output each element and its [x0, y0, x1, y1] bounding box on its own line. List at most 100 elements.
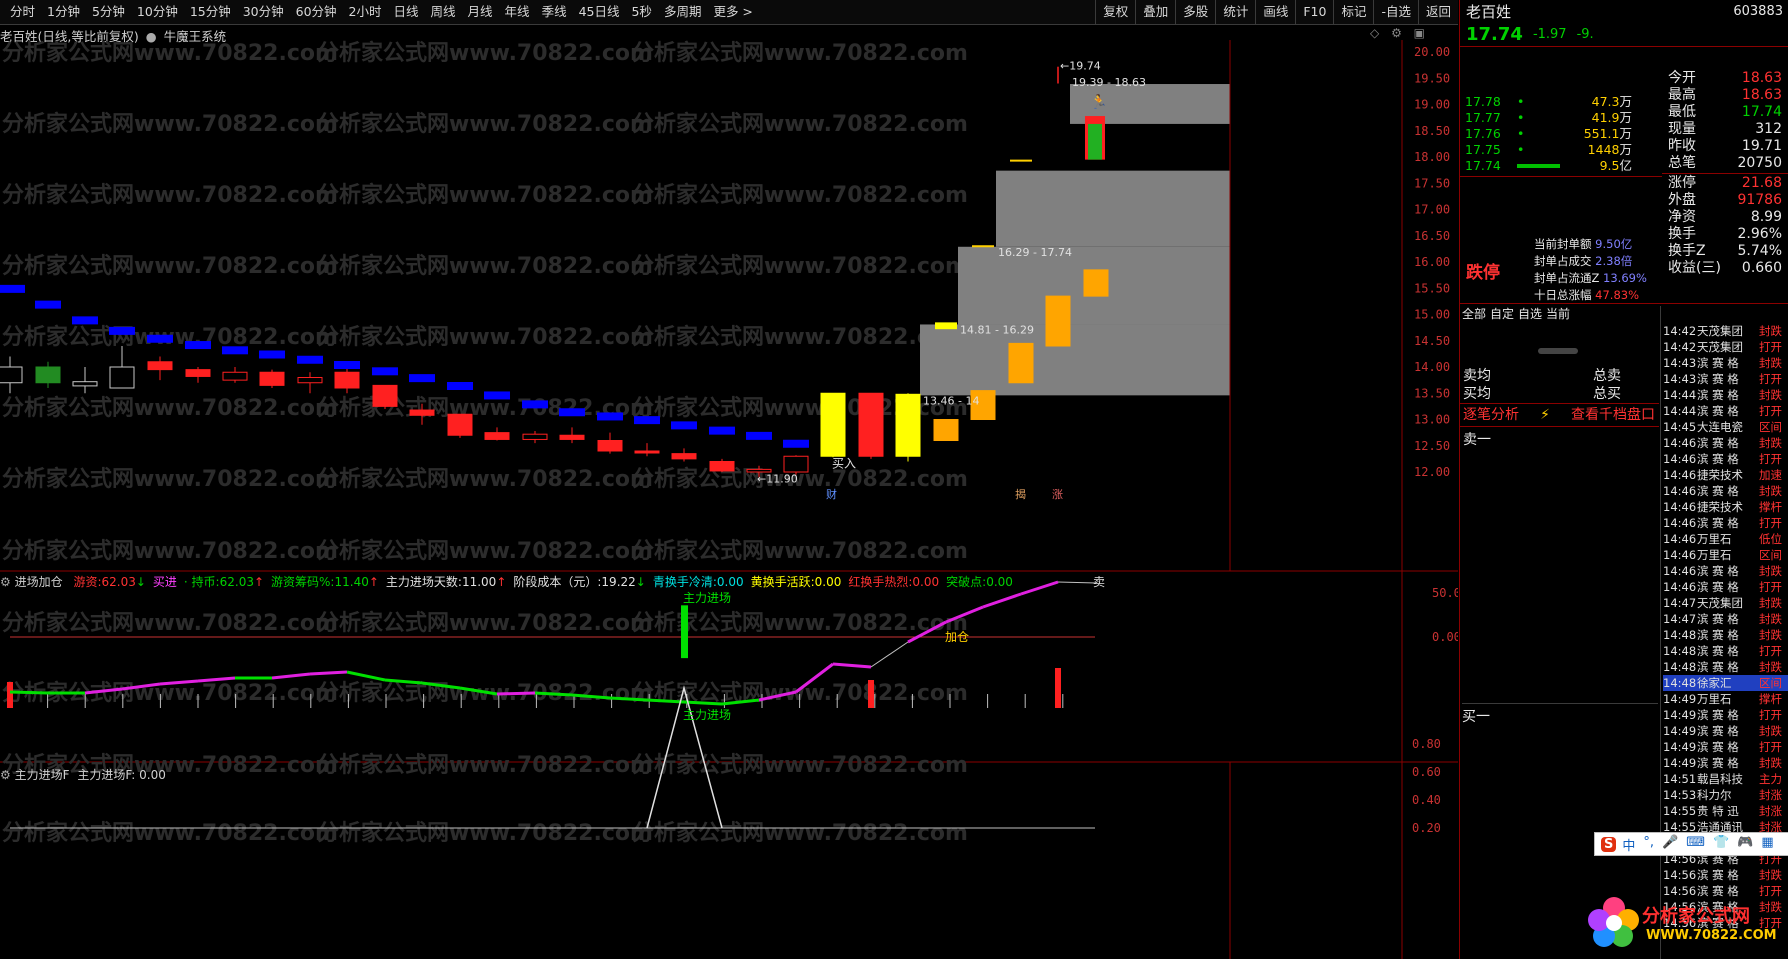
period-tab-7[interactable]: 2小时 [343, 1, 388, 23]
trade-row[interactable]: 14:49 万里石 撑杆 [1663, 691, 1788, 707]
trade-row[interactable]: 14:46 滨 赛 格 封跌 [1663, 435, 1788, 451]
tool-button-5[interactable]: F10 [1295, 0, 1333, 24]
period-tab-13[interactable]: 45日线 [573, 1, 626, 23]
trade-row[interactable]: 14:49 滨 赛 格 封跌 [1663, 723, 1788, 739]
trade-row[interactable]: 14:56滨 赛 格 封跌 [1663, 867, 1788, 883]
trade-row[interactable]: 14:48 滨 赛 格 封跌 [1663, 627, 1788, 643]
list-tab-2[interactable]: 自选 [1518, 305, 1542, 322]
trade-row[interactable]: 14:46 滨 赛 格 封跌 [1663, 483, 1788, 499]
period-tab-4[interactable]: 15分钟 [184, 1, 237, 23]
list-tabs: 全部 自定 自选 当前 [1459, 305, 1788, 322]
tick-analysis-button[interactable]: 逐笔分析 [1463, 404, 1519, 426]
ime-toolbar[interactable]: S 中 °, 🎤 ⌨ 👕 🎮 ▦ [1594, 832, 1788, 856]
period-tab-1[interactable]: 1分钟 [41, 1, 86, 23]
trade-row[interactable]: 14:46 万里石 区间 [1663, 547, 1788, 563]
trade-row[interactable]: 14:43 滨 赛 格 封跌 [1663, 355, 1788, 371]
ime-button-4[interactable]: 👕 [1713, 835, 1729, 854]
settings-icon[interactable]: ⚙ [1391, 26, 1402, 40]
trade-row[interactable]: 14:53 科力尔 封涨 [1663, 787, 1788, 803]
trade-row[interactable]: 14:46 捷荣技术 加速 [1663, 467, 1788, 483]
trade-row[interactable]: 14:46 万里石 低位 [1663, 531, 1788, 547]
tool-button-8[interactable]: 返回 [1417, 0, 1458, 24]
view-orders-button[interactable]: 查看千档盘口 [1571, 404, 1655, 426]
period-tab-9[interactable]: 周线 [425, 1, 462, 23]
trade-time: 14:46 [1663, 516, 1697, 530]
bid-volume: 1448万 [1588, 142, 1632, 158]
tag-b: 涨 [1052, 488, 1063, 501]
list-tab-1[interactable]: 自定 [1490, 305, 1514, 322]
period-tab-5[interactable]: 30分钟 [237, 1, 290, 23]
period-tab-2[interactable]: 5分钟 [86, 1, 131, 23]
period-tab-16[interactable]: 更多 > [707, 1, 758, 23]
trade-row[interactable]: 14:49 滨 赛 格 打开 [1663, 707, 1788, 723]
trade-row[interactable]: 14:49 滨 赛 格 打开 [1663, 739, 1788, 755]
trade-row[interactable]: 14:47 天茂集团 封跌 [1663, 595, 1788, 611]
ime-button-6[interactable]: ▦ [1761, 835, 1773, 854]
window-icon[interactable]: ▣ [1414, 26, 1425, 40]
bid-row[interactable]: 17.78 • 47.3万 [1459, 94, 1638, 110]
quote-stats: 今开 18.63 最高 18.63 最低 17.74 现量 312 昨收 19.71 总笔 20750… [1662, 70, 1788, 277]
bid-row[interactable]: 17.75 • 1448万 [1459, 142, 1638, 158]
bid-list: 17.78 • 47.3万 17.77 • 41.9万 17.76 • 551.1万 17.75 •… [1459, 94, 1638, 174]
bid-row[interactable]: 17.74 9.5亿 [1459, 158, 1638, 174]
tool-button-6[interactable]: 标记 [1333, 0, 1373, 24]
trade-row[interactable]: 14:48 滨 赛 格 打开 [1663, 643, 1788, 659]
indicator1-icon[interactable]: ⚙ [0, 575, 11, 589]
tool-button-2[interactable]: 多股 [1175, 0, 1215, 24]
ime-button-2[interactable]: 🎤 [1662, 835, 1678, 854]
trade-row[interactable]: 14:42 天茂集团 封跌 [1663, 323, 1788, 339]
seal-row: 封单占成交 2.38倍 [1534, 253, 1664, 270]
tool-button-7[interactable]: -自选 [1373, 0, 1418, 24]
ime-button-3[interactable]: ⌨ [1686, 835, 1705, 854]
trade-status: 封跌 [1759, 356, 1782, 370]
period-tab-6[interactable]: 60分钟 [290, 1, 343, 23]
indicator2-icon[interactable]: ⚙ [0, 768, 11, 782]
trade-row[interactable]: 14:46 滨 赛 格 封跌 [1663, 563, 1788, 579]
watermark-text: 分析家公式网www.70822.com [2, 182, 338, 208]
period-tab-0[interactable]: 分时 [4, 1, 41, 23]
list-tab-3[interactable]: 当前 [1546, 305, 1570, 322]
period-tab-3[interactable]: 10分钟 [131, 1, 184, 23]
trade-row[interactable]: 14:46 滨 赛 格 打开 [1663, 515, 1788, 531]
tool-button-0[interactable]: 复权 [1095, 0, 1135, 24]
trade-row[interactable]: 14:49 滨 赛 格 封跌 [1663, 755, 1788, 771]
collapse-handle[interactable] [1538, 348, 1578, 354]
low-arrow-label: ←11.90 [757, 472, 798, 485]
trade-row[interactable]: 14:42 天茂集团 打开 [1663, 339, 1788, 355]
period-tab-8[interactable]: 日线 [388, 1, 425, 23]
tool-button-1[interactable]: 叠加 [1135, 0, 1175, 24]
trade-row[interactable]: 14:48 徐家汇 区间 [1663, 675, 1788, 691]
trade-row[interactable]: 14:44 滨 赛 格 封跌 [1663, 387, 1788, 403]
period-tab-10[interactable]: 月线 [462, 1, 499, 23]
tool-button-3[interactable]: 统计 [1215, 0, 1255, 24]
watermark-text: 分析家公式网www.70822.com [2, 466, 338, 492]
trade-row[interactable]: 14:51 载昌科技 主力 [1663, 771, 1788, 787]
ime-button-0[interactable]: 中 [1622, 835, 1635, 854]
indicator1-item-label: 青换手冷清: [652, 575, 717, 589]
trade-row[interactable]: 14:47 滨 赛 格 封跌 [1663, 611, 1788, 627]
cost-marker [147, 334, 173, 343]
trade-row[interactable]: 14:43 滨 赛 格 打开 [1663, 371, 1788, 387]
trade-status: 打开 [1759, 452, 1782, 466]
chart-area[interactable]: 分析家公式网www.70822.com 分析家公式网www.70822.com 分析… [0, 40, 1458, 959]
bid-row[interactable]: 17.76 • 551.1万 [1459, 126, 1638, 142]
period-tab-15[interactable]: 多周期 [658, 1, 708, 23]
trade-row[interactable]: 14:55 贵 特 迅 封涨 [1663, 803, 1788, 819]
bid-row[interactable]: 17.77 • 41.9万 [1459, 110, 1638, 126]
period-tab-14[interactable]: 5秒 [625, 1, 657, 23]
ime-button-5[interactable]: 🎮 [1737, 835, 1753, 854]
watermark-text: 分析家公式网www.70822.com [2, 111, 338, 137]
trade-row[interactable]: 14:46 滨 赛 格 打开 [1663, 451, 1788, 467]
trade-row[interactable]: 14:48 滨 赛 格 封跌 [1663, 659, 1788, 675]
trade-row[interactable]: 14:44 滨 赛 格 打开 [1663, 403, 1788, 419]
ind1-red-bar [7, 682, 13, 708]
period-tab-11[interactable]: 年线 [499, 1, 536, 23]
ime-button-1[interactable]: °, [1643, 835, 1654, 854]
trade-row[interactable]: 14:46 滨 赛 格 打开 [1663, 579, 1788, 595]
trade-row[interactable]: 14:46 捷荣技术 撑杆 [1663, 499, 1788, 515]
trade-row[interactable]: 14:45 大连电瓷 区间 [1663, 419, 1788, 435]
diamond-icon[interactable]: ◇ [1370, 26, 1379, 40]
tool-button-4[interactable]: 画线 [1255, 0, 1295, 24]
period-tab-12[interactable]: 季线 [536, 1, 573, 23]
list-tab-0[interactable]: 全部 [1462, 305, 1486, 322]
